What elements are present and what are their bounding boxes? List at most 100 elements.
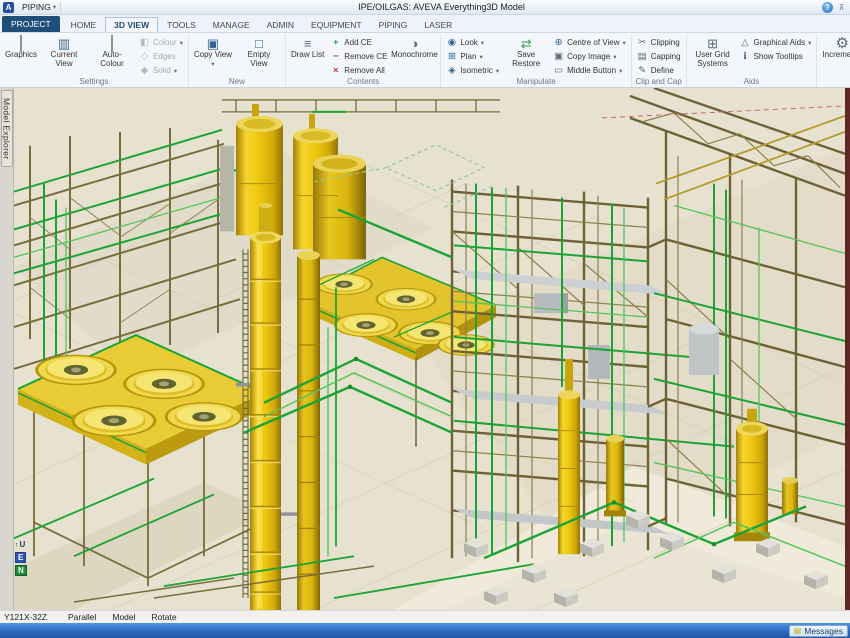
mouse-icon [553,65,564,76]
mode-readout: Model [112,612,135,622]
tab-equipment[interactable]: EQUIPMENT [303,18,370,33]
group-label-aids: Aids [687,77,817,86]
empty-view-button[interactable]: Empty View [236,35,282,69]
remove-ce-button[interactable]: Remove CE [328,50,389,63]
app-menu-button[interactable]: A [3,2,14,13]
tab-manage[interactable]: MANAGE [205,18,258,33]
copy-view-icon [207,36,219,51]
chevron-down-icon[interactable]: ▾ [53,3,56,11]
ribbon-group-new: Copy View ▾ Empty View New [189,34,286,87]
grid-points-icon [707,36,718,51]
add-ce-button[interactable]: Add CE [328,36,389,49]
user-grid-systems-button[interactable]: User Grid Systems [690,35,736,69]
palette-icon [139,37,150,48]
ribbon-group-clip-and-cap: Clipping Capping Define Clip and Cap [632,34,687,87]
axis-north-icon: N [15,565,27,576]
axis-east-icon: E [15,552,26,563]
copy-view-button[interactable]: Copy View ▾ [192,35,234,69]
crosshair-icon [553,37,564,48]
taskbar: ▤ Messages [0,623,850,638]
half-circle-icon [410,36,418,51]
view-border [845,88,850,610]
image-icon [553,51,564,62]
plus-icon [330,37,341,48]
isometric-button[interactable]: Isometric ▾ [444,64,501,77]
axis-indicator[interactable]: U E N [15,540,27,576]
plan-button[interactable]: Plan ▾ [444,50,501,63]
tab-tools[interactable]: TOOLS [159,18,204,33]
tab-project[interactable]: PROJECT [2,16,60,33]
pin-ribbon-icon[interactable]: ⊼ [836,2,847,13]
increments-button[interactable]: Increments [820,35,850,61]
cross-icon [330,65,341,76]
centre-of-view-button[interactable]: Centre of View ▾ [551,36,628,49]
cube-edges-icon [139,51,150,62]
ribbon-group-increments: Increments [817,34,850,87]
monochrome-button[interactable]: Monochrome [391,35,437,61]
tab-admin[interactable]: ADMIN [259,18,302,33]
quick-access-label: PIPING [22,2,51,12]
look-button[interactable]: Look ▾ [444,36,501,49]
statusbar: Y121X-32Z Parallel Model Rotate [0,610,850,623]
aveva-e3d-window: A PIPING ▾ IPE/OILGAS: AVEVA Everything3… [0,0,850,638]
graphical-aids-button[interactable]: Graphical Aids ▾ [738,36,814,49]
projection-readout: Parallel [68,612,96,622]
messages-label: Messages [804,626,843,636]
layers-icon [637,51,648,62]
eye-icon [446,37,457,48]
define-button[interactable]: Define [635,64,683,77]
tab-laser[interactable]: LASER [416,18,460,33]
view-direction-readout: Y121X-32Z [4,612,68,622]
group-label-clip-and-cap: Clip and Cap [632,77,686,86]
3d-viewport[interactable]: U E N [14,88,845,610]
chevron-down-icon: ▾ [479,53,482,61]
colour-button[interactable]: Colour ▾ [137,36,185,49]
group-label-manipulate: Manipulate [441,77,630,86]
chevron-down-icon: ▾ [613,53,616,61]
viewport-area: Model Explorer [0,88,850,610]
minus-icon [330,51,341,62]
ribbon-group-settings: Graphics Current View Auto-Colour Colour… [0,34,189,87]
copy-image-button[interactable]: Copy Image ▾ [551,50,628,63]
edges-button[interactable]: Edges [137,50,185,63]
current-view-button[interactable]: Current View [41,35,87,69]
plan-grid-icon [446,51,457,62]
tab-3d-view[interactable]: 3D VIEW [105,17,158,33]
titlebar: A PIPING ▾ IPE/OILGAS: AVEVA Everything3… [0,0,850,15]
ribbon-tab-bar: PROJECT HOME 3D VIEW TOOLS MANAGE ADMIN … [0,15,850,33]
auto-colour-button[interactable]: Auto-Colour [89,35,135,69]
info-icon [740,51,751,62]
save-restore-button[interactable]: Save Restore [503,35,549,69]
draw-list-button[interactable]: Draw List [289,35,326,61]
iso-cube-icon [446,65,457,76]
model-explorer-tab[interactable]: Model Explorer [1,90,13,167]
pencil-icon [637,65,648,76]
titlebar-controls: ? ⊼ [822,2,847,13]
tab-home[interactable]: HOME [63,18,105,33]
messages-button[interactable]: ▤ Messages [789,625,848,637]
chevron-down-icon: ▾ [180,39,183,47]
chevron-down-icon: ▾ [174,67,177,75]
group-label-new: New [189,77,285,86]
chevron-down-icon: ▾ [808,39,811,47]
chevron-down-icon: ▾ [496,67,499,75]
empty-view-icon [255,36,263,51]
chevron-down-icon: ▾ [622,39,625,47]
tab-piping[interactable]: PIPING [371,18,416,33]
quick-access-toolbar[interactable]: PIPING ▾ [18,2,61,12]
gear-icon [835,36,848,51]
chevron-down-icon: ▾ [211,60,214,68]
list-icon [304,36,312,51]
axis-up-icon: U [15,540,25,550]
chevron-down-icon: ▾ [619,67,622,75]
show-tooltips-button[interactable]: Show Tooltips [738,50,814,63]
scissors-icon [637,37,648,48]
clipping-button[interactable]: Clipping [635,36,683,49]
solid-button[interactable]: Solid ▾ [137,64,185,77]
graphics-button[interactable]: Graphics [3,35,39,61]
middle-button-button[interactable]: Middle Button ▾ [551,64,628,77]
remove-all-button[interactable]: Remove All [328,64,389,77]
capping-button[interactable]: Capping [635,50,683,63]
help-button[interactable]: ? [822,2,833,13]
ribbon-group-manipulate: Look ▾ Plan ▾ Isometric ▾ [441,34,631,87]
